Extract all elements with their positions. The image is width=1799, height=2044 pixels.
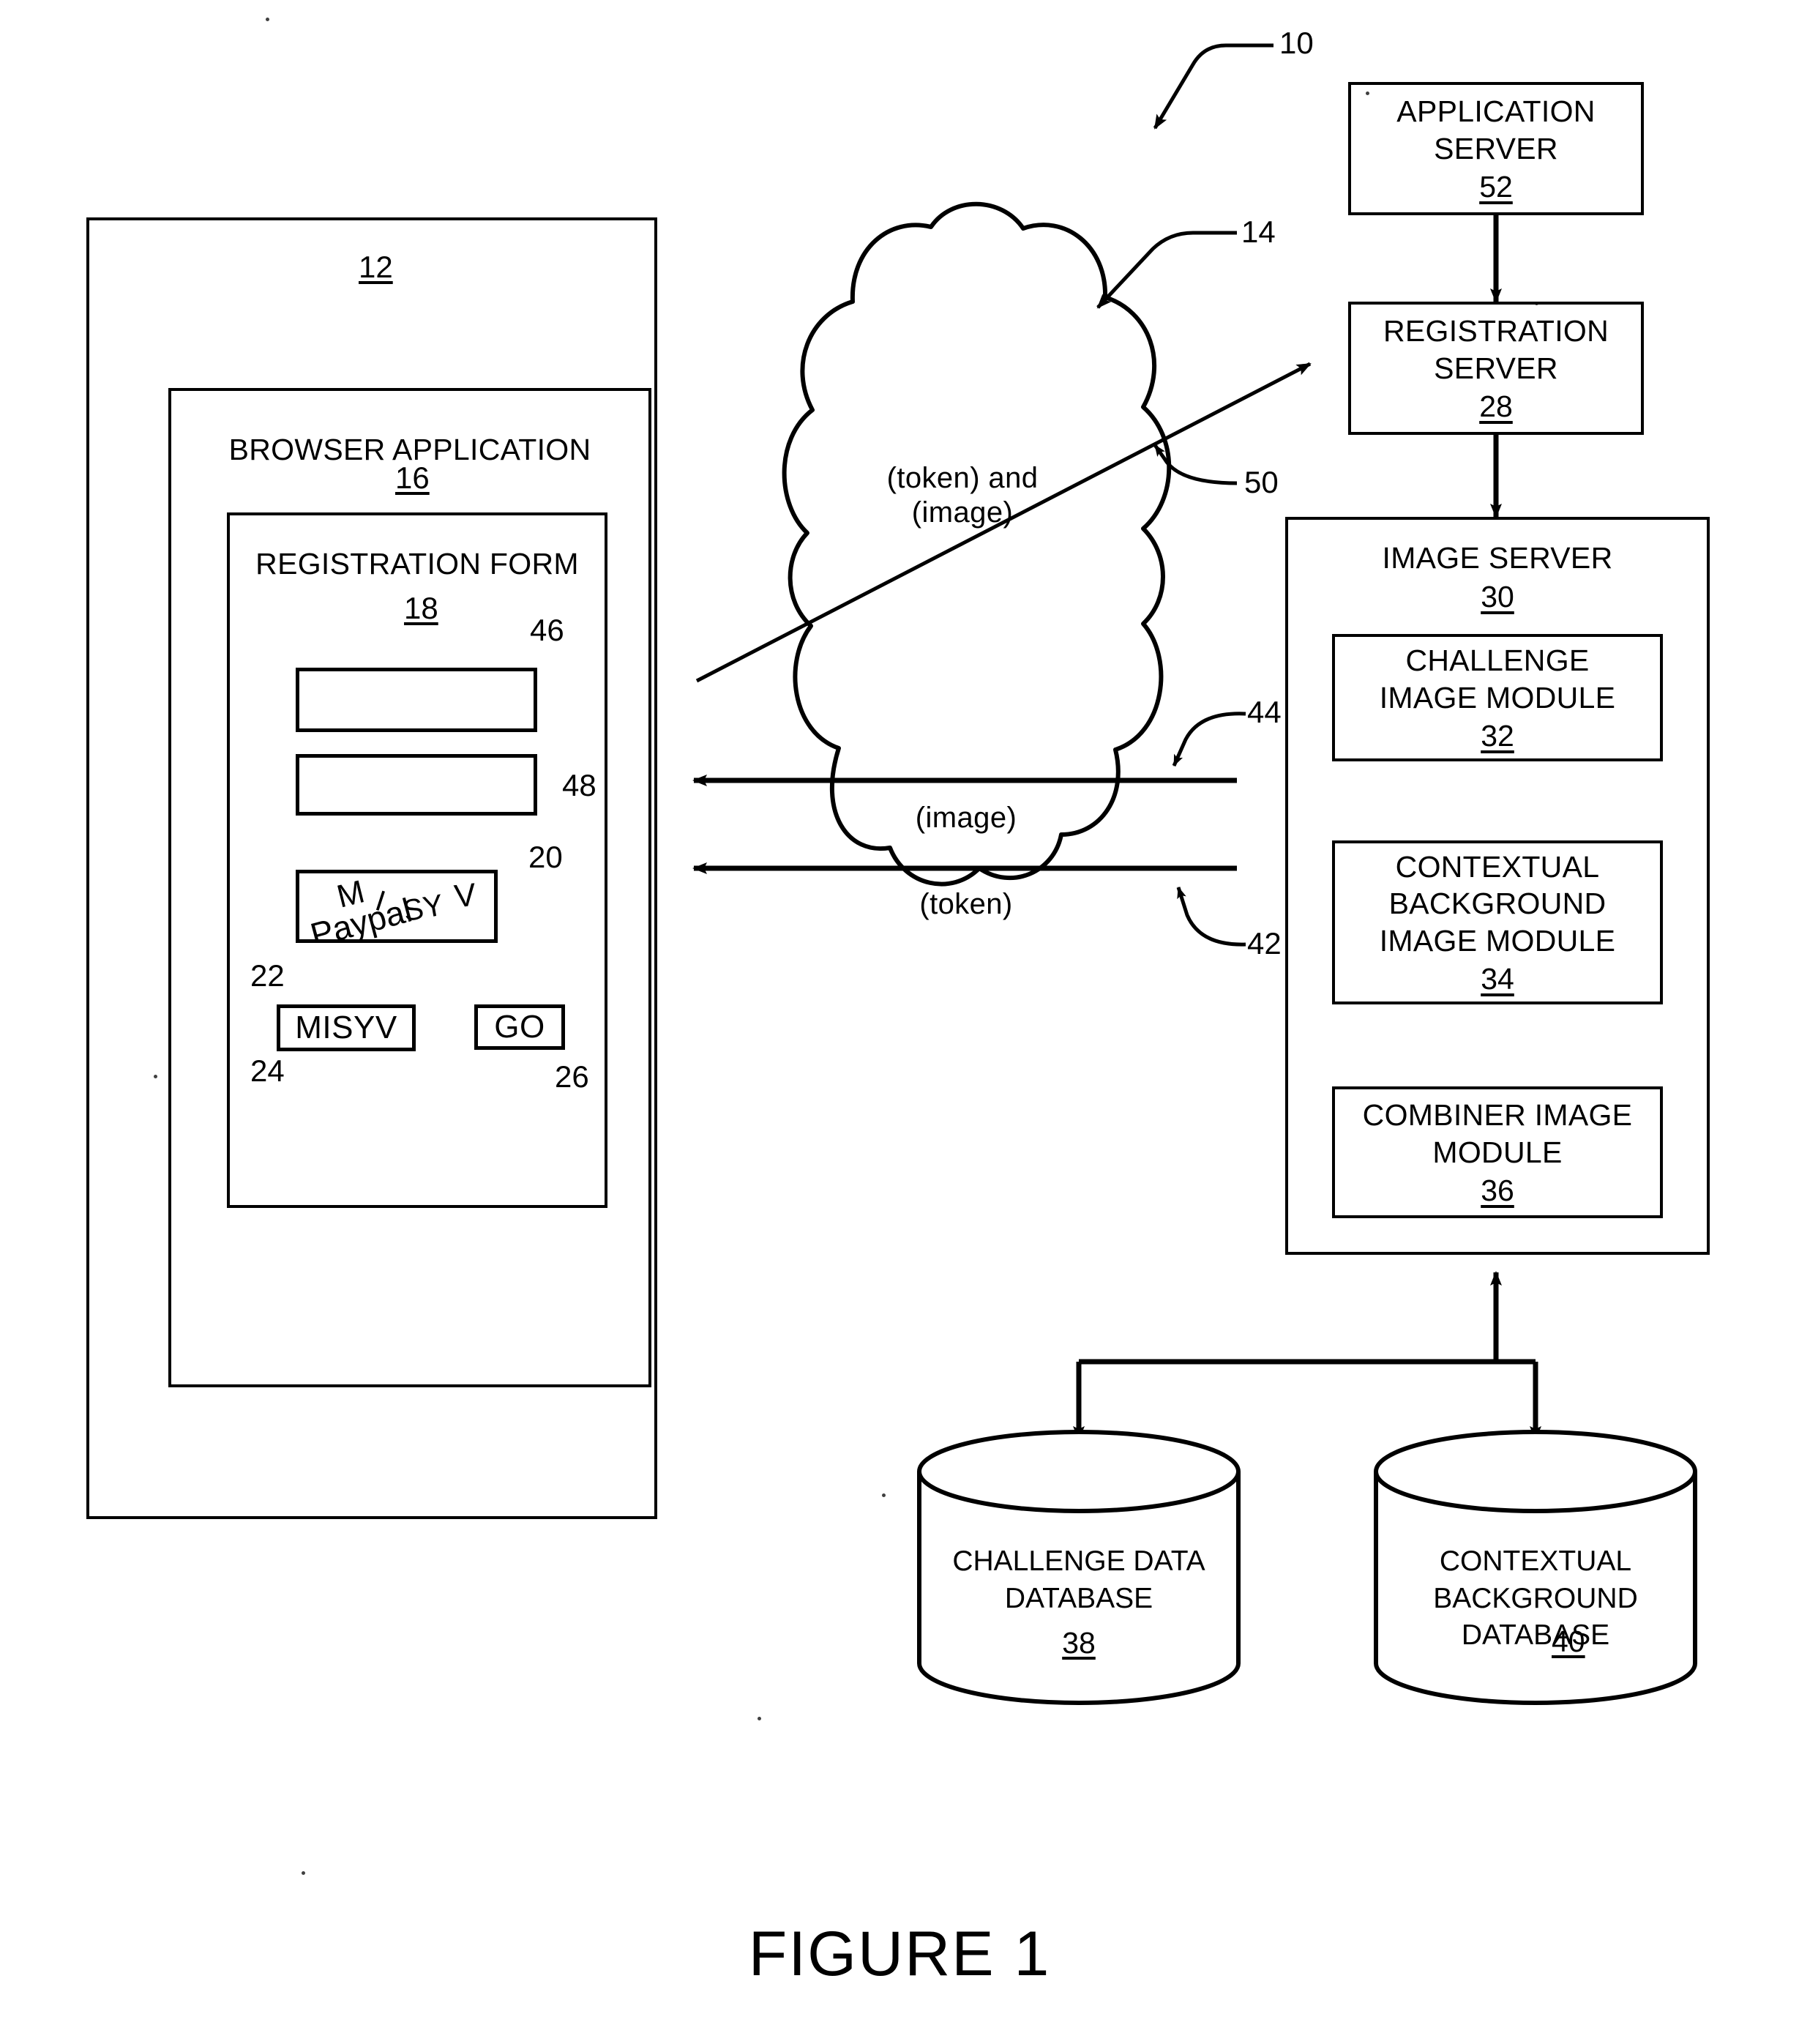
application-server-label-group: APPLICATION SERVER 52 — [1348, 82, 1644, 215]
contextual-background-ref: 22 — [250, 958, 285, 993]
registration-server-label-group: REGISTRATION SERVER 28 — [1348, 302, 1644, 435]
combiner-image-module-ref: 36 — [1481, 1173, 1514, 1207]
combiner-image-module-label-group: COMBINER IMAGE MODULE 36 — [1332, 1086, 1663, 1218]
challenge-data-database: CHALLENGE DATA DATABASE 38 — [919, 1472, 1238, 1703]
challenge-image-ref: 20 — [528, 840, 563, 874]
token-arrow-ref: 42 — [1247, 926, 1282, 961]
scan-artifact — [758, 1717, 761, 1720]
scan-artifact — [266, 18, 269, 21]
scan-artifact — [1366, 92, 1369, 95]
contextual-background-image-module-label-group: CONTEXTUAL BACKGROUND IMAGE MODULE 34 — [1332, 840, 1663, 1004]
challenge-image-module-label-group: CHALLENGE IMAGE MODULE 32 — [1332, 634, 1663, 761]
contextual-background-database: CONTEXTUAL BACKGROUND DATABASE 40 — [1376, 1472, 1695, 1703]
contextual-background-image-module-title: CONTEXTUAL BACKGROUND IMAGE MODULE — [1379, 850, 1616, 958]
registration-form-title-group: REGISTRATION FORM — [227, 543, 607, 584]
scan-artifact — [1535, 302, 1538, 305]
network-image-label: (image) — [915, 802, 1017, 834]
contextual-background-database-ref: 40 — [1552, 1625, 1585, 1658]
figure-caption: FIGURE 1 — [748, 1919, 1051, 1989]
challenge-answer-input[interactable]: MISYV — [277, 1004, 416, 1051]
registration-field-two[interactable] — [296, 754, 537, 816]
challenge-data-database-title: CHALLENGE DATA DATABASE — [952, 1545, 1205, 1614]
scan-artifact — [882, 1493, 886, 1497]
challenge-answer-input-ref: 24 — [250, 1053, 285, 1088]
image-server-ref: 30 — [1481, 579, 1514, 613]
registration-form-ref: 18 — [404, 591, 438, 625]
contextual-background-database-title: CONTEXTUAL BACKGROUND DATABASE — [1433, 1545, 1638, 1652]
image-arrow-ref: 44 — [1247, 695, 1282, 729]
registration-server-ref: 28 — [1479, 389, 1513, 423]
network-ref: 14 — [1241, 215, 1276, 249]
image-server-title: IMAGE SERVER — [1382, 541, 1613, 575]
challenge-char-3: V — [452, 876, 478, 915]
combiner-image-module-title: COMBINER IMAGE MODULE — [1362, 1098, 1633, 1169]
registration-server-title: REGISTRATION SERVER — [1383, 314, 1609, 385]
challenge-data-database-ref: 38 — [1062, 1626, 1096, 1660]
go-button[interactable]: GO — [474, 1004, 565, 1050]
client-device-ref: 12 — [359, 250, 393, 284]
go-button-ref: 26 — [555, 1059, 589, 1094]
registration-field-one[interactable] — [296, 668, 537, 732]
scan-artifact — [302, 1871, 305, 1875]
challenge-image-module-ref: 32 — [1481, 718, 1514, 753]
network-token-image-label: (token) and (image) — [886, 462, 1039, 529]
image-server-label-group: IMAGE SERVER 30 — [1285, 534, 1710, 619]
challenge-image-module-title: CHALLENGE IMAGE MODULE — [1379, 644, 1616, 715]
application-server-ref: 52 — [1479, 169, 1513, 204]
challenge-image: M I SY V Paypal — [296, 870, 498, 943]
registration-field-one-ref: 46 — [530, 613, 564, 647]
registration-form-title: REGISTRATION FORM — [255, 546, 579, 581]
network-token-label: (token) — [919, 888, 1013, 920]
application-server-title: APPLICATION SERVER — [1396, 94, 1596, 165]
patent-figure-page: 12 BROWSER APPLICATION 16 REGISTRATION F… — [0, 0, 1799, 2044]
scan-artifact — [154, 1075, 157, 1078]
browser-application-ref: 16 — [395, 460, 430, 495]
system-ref: 10 — [1279, 26, 1314, 60]
registration-field-two-ref: 48 — [562, 768, 596, 802]
contextual-background-image-module-ref: 34 — [1481, 961, 1514, 996]
upstream-arrow-ref: 50 — [1244, 465, 1279, 499]
